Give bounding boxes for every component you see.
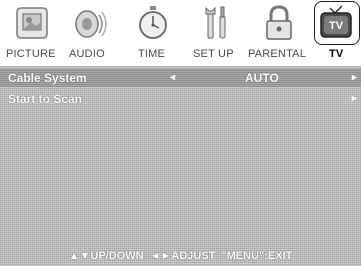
adjust-hint: ADJUST bbox=[171, 249, 216, 262]
start-to-scan-label: Start to Scan bbox=[8, 92, 83, 106]
picture-icon bbox=[14, 4, 50, 47]
tv-settings-panel: Cable System ◄ AUTO ► Start to Scan ► bbox=[0, 66, 361, 266]
menu-exit-hint: "MENU":EXIT bbox=[221, 249, 293, 262]
tab-time[interactable]: TIME bbox=[130, 0, 174, 66]
right-arrow-icon[interactable]: ► bbox=[350, 72, 359, 82]
tv-menu-screen: PICTURE AUDIO TIME SET UP PARENTAL TV TV… bbox=[0, 0, 361, 266]
tab-setup[interactable]: SET UP bbox=[190, 0, 242, 66]
tab-picture[interactable]: PICTURE bbox=[6, 0, 58, 66]
tab-label-parental: PARENTAL bbox=[248, 48, 307, 60]
lock-icon bbox=[262, 4, 296, 47]
left-arrow-icon[interactable]: ◄ bbox=[168, 72, 177, 82]
tv-icon-text: TV bbox=[329, 20, 344, 32]
tab-label-setup: SET UP bbox=[193, 48, 234, 60]
menu-item-cable-system[interactable]: Cable System ◄ AUTO ► bbox=[0, 69, 361, 87]
navigation-help-bar: ▲▼ UP/DOWN ◄► ADJUST "MENU":EXIT bbox=[0, 245, 361, 266]
left-right-arrows-icon: ◄► bbox=[149, 249, 172, 262]
cable-system-value: AUTO bbox=[245, 71, 279, 85]
up-down-arrows-icon: ▲▼ bbox=[68, 249, 91, 262]
tab-tv[interactable]: TV TV bbox=[314, 0, 360, 66]
tab-audio[interactable]: AUDIO bbox=[64, 0, 114, 66]
tv-icon: TV bbox=[318, 4, 354, 47]
tab-label-audio: AUDIO bbox=[69, 48, 105, 60]
stopwatch-icon bbox=[136, 4, 170, 47]
updown-hint: UP/DOWN bbox=[90, 249, 144, 262]
tools-icon bbox=[202, 4, 232, 47]
menu-item-start-to-scan[interactable]: Start to Scan ► bbox=[0, 90, 361, 108]
tab-label-tv: TV bbox=[329, 48, 344, 60]
right-arrow-icon[interactable]: ► bbox=[350, 93, 359, 103]
tab-parental[interactable]: PARENTAL bbox=[246, 0, 310, 66]
tab-label-picture: PICTURE bbox=[6, 48, 56, 60]
menu-tab-bar: PICTURE AUDIO TIME SET UP PARENTAL TV TV bbox=[0, 0, 361, 66]
speaker-icon bbox=[72, 4, 108, 47]
tab-label-time: TIME bbox=[138, 48, 166, 60]
cable-system-label: Cable System bbox=[8, 71, 87, 85]
